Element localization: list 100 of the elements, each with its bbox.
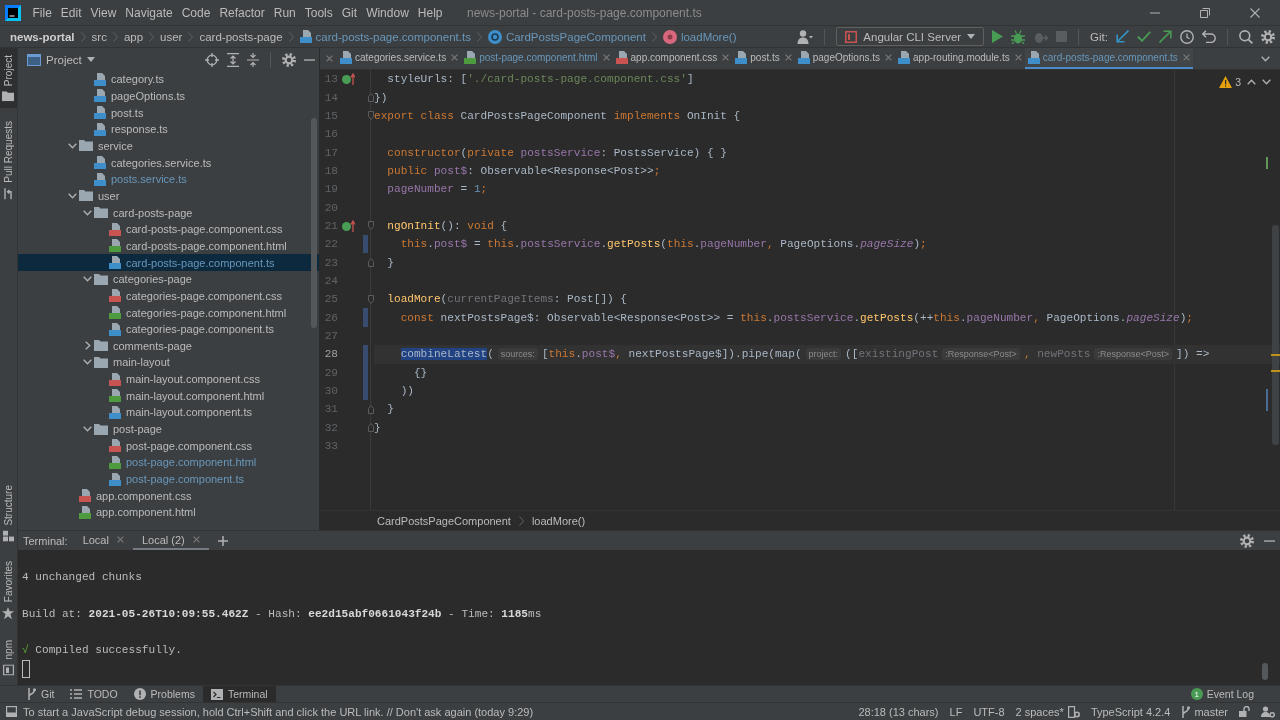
menu-item[interactable]: Refactor bbox=[214, 2, 270, 23]
chevron-down-icon[interactable] bbox=[1262, 79, 1271, 85]
tree-item[interactable]: user bbox=[79, 189, 120, 202]
tool-window-button[interactable]: Git bbox=[19, 686, 63, 702]
breadcrumb-item[interactable]: card-posts-page bbox=[199, 30, 283, 43]
settings-icon[interactable] bbox=[1240, 533, 1254, 548]
menu-item[interactable]: Tools bbox=[300, 2, 338, 23]
tree-item[interactable]: category.ts bbox=[94, 72, 164, 86]
tree-item[interactable]: response.ts bbox=[94, 122, 168, 136]
close-icon[interactable] bbox=[722, 54, 730, 61]
chevron-down-icon[interactable] bbox=[83, 359, 92, 366]
run-config-dropdown[interactable]: Angular CLI Server bbox=[836, 27, 985, 46]
tree-item[interactable]: app.component.css bbox=[79, 489, 192, 503]
collapse-all-icon[interactable] bbox=[247, 52, 259, 67]
tool-window-button[interactable]: Favorites bbox=[0, 554, 17, 627]
tree-item[interactable]: categories-page.component.ts bbox=[109, 322, 274, 336]
breadcrumb-item[interactable]: news-portal bbox=[10, 30, 75, 43]
breadcrumb-item[interactable]: loadMore() bbox=[531, 514, 586, 527]
status-item[interactable]: TypeScript 4.2.4 bbox=[1090, 705, 1171, 718]
breadcrumb-item[interactable]: CardPostsPageComponent bbox=[377, 514, 511, 527]
crosshair-icon[interactable] bbox=[205, 52, 219, 67]
circle-up-arrow-icon[interactable] bbox=[341, 73, 355, 86]
user-icon[interactable] bbox=[797, 29, 814, 44]
undo-icon[interactable] bbox=[1202, 30, 1216, 43]
breadcrumb-item[interactable]: app bbox=[123, 30, 144, 43]
close-icon[interactable] bbox=[116, 536, 124, 543]
arrow-down-left-icon[interactable] bbox=[1116, 30, 1129, 43]
status-item[interactable]: UTF-8 bbox=[973, 705, 1005, 718]
close-icon[interactable] bbox=[1250, 7, 1260, 18]
fold-marker-icon[interactable] bbox=[368, 93, 374, 102]
tree-item[interactable]: pageOptions.ts bbox=[94, 89, 185, 103]
tree-item[interactable]: post-page.component.css bbox=[109, 439, 252, 453]
person-gear-icon[interactable] bbox=[1261, 705, 1275, 718]
tree-item[interactable]: categories-page.component.css bbox=[109, 289, 282, 303]
breadcrumb-item[interactable]: user bbox=[160, 30, 183, 43]
status-item[interactable]: master bbox=[1181, 705, 1228, 718]
tree-item[interactable]: card-posts-page bbox=[94, 206, 193, 219]
fold-marker-icon[interactable] bbox=[368, 294, 374, 304]
tree-item[interactable]: post-page.component.ts bbox=[109, 472, 245, 486]
play-icon[interactable] bbox=[992, 30, 1004, 43]
close-icon[interactable] bbox=[326, 55, 333, 62]
square-icon[interactable] bbox=[6, 706, 17, 717]
menu-item[interactable]: Edit bbox=[56, 2, 87, 23]
tree-item[interactable]: categories-page bbox=[94, 273, 192, 286]
minimize-icon[interactable] bbox=[304, 58, 315, 61]
breadcrumb-item[interactable]: CardPostsPageComponent bbox=[487, 29, 646, 44]
tool-window-button[interactable]: Terminal bbox=[202, 686, 276, 702]
tree-item[interactable]: card-posts-page.component.ts bbox=[109, 256, 275, 270]
event-log-button[interactable]: 1 Event Log bbox=[1190, 686, 1280, 702]
tree-item[interactable]: categories.service.ts bbox=[94, 156, 212, 170]
tree-item[interactable]: main-layout bbox=[94, 356, 170, 369]
close-icon[interactable] bbox=[602, 54, 610, 61]
bug-icon[interactable] bbox=[1011, 29, 1026, 44]
menu-item[interactable]: Code bbox=[177, 2, 215, 23]
menu-item[interactable]: Git bbox=[337, 2, 362, 23]
breadcrumb-item[interactable]: loadMore() bbox=[662, 29, 737, 44]
check-icon[interactable] bbox=[1137, 31, 1151, 42]
chevron-up-icon[interactable] bbox=[1247, 79, 1256, 85]
tool-window-button[interactable]: Structure bbox=[0, 477, 17, 549]
expand-all-icon[interactable] bbox=[227, 52, 239, 67]
editor-tab[interactable]: app.component.css bbox=[612, 48, 733, 69]
plus-icon[interactable] bbox=[217, 535, 228, 546]
tree-item[interactable]: card-posts-page.component.css bbox=[109, 222, 283, 236]
scrollbar-thumb[interactable] bbox=[1272, 225, 1279, 445]
tool-window-button[interactable]: npm bbox=[0, 632, 17, 682]
tool-window-button[interactable]: Project bbox=[0, 48, 17, 109]
restore-icon[interactable] bbox=[1200, 7, 1210, 18]
chevron-right-icon[interactable] bbox=[84, 341, 91, 351]
chevron-down-icon[interactable] bbox=[83, 209, 92, 216]
editor-tab[interactable]: card-posts-page.component.ts bbox=[1024, 48, 1193, 69]
tool-window-button[interactable]: Pull Requests bbox=[0, 114, 17, 207]
tree-item[interactable]: post-page.component.html bbox=[109, 455, 257, 469]
clock-icon[interactable] bbox=[1180, 29, 1194, 44]
settings-icon[interactable] bbox=[282, 52, 296, 67]
chevron-down-icon[interactable] bbox=[68, 192, 77, 199]
chevron-down-icon[interactable] bbox=[68, 142, 77, 149]
tree-item[interactable]: categories-page.component.html bbox=[109, 306, 287, 319]
tool-window-button[interactable]: Problems bbox=[125, 686, 203, 702]
editor-tab[interactable]: app-routing.module.ts bbox=[895, 48, 1025, 69]
tree-item[interactable]: comments-page bbox=[94, 339, 192, 352]
tree-item[interactable]: card-posts-page.component.html bbox=[109, 239, 287, 253]
fold-marker-icon[interactable] bbox=[368, 111, 374, 121]
breadcrumb-item[interactable]: src bbox=[91, 30, 107, 43]
close-icon[interactable] bbox=[885, 54, 892, 61]
fold-marker-icon[interactable] bbox=[368, 423, 374, 433]
close-icon[interactable] bbox=[451, 54, 459, 61]
tree-item[interactable]: post.ts bbox=[94, 106, 144, 120]
fold-marker-icon[interactable] bbox=[368, 404, 374, 414]
status-item[interactable]: LF bbox=[949, 705, 963, 718]
close-icon[interactable] bbox=[192, 536, 200, 543]
arrow-up-right-icon[interactable] bbox=[1159, 30, 1172, 43]
menu-item[interactable]: Run bbox=[269, 2, 301, 23]
tree-item[interactable]: post-page bbox=[94, 423, 162, 436]
menu-item[interactable]: View bbox=[86, 2, 121, 23]
minimize-icon[interactable] bbox=[1150, 11, 1160, 14]
tree-item[interactable]: main-layout.component.html bbox=[109, 389, 265, 403]
circle-up-arrow-icon[interactable] bbox=[341, 219, 355, 232]
close-icon[interactable] bbox=[784, 54, 792, 61]
status-item[interactable]: 2 spaces* bbox=[1015, 705, 1080, 718]
tool-window-button[interactable]: TODO bbox=[62, 686, 126, 702]
